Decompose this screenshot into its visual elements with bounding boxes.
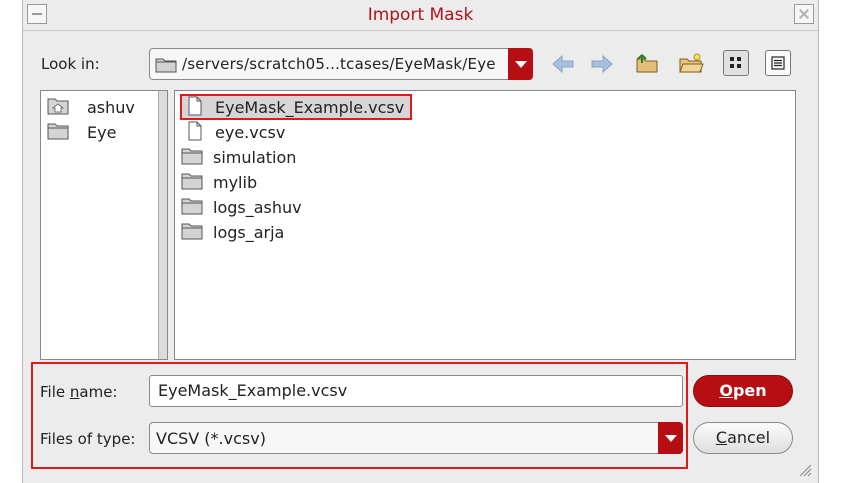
folder-icon	[181, 173, 203, 190]
file-type-label: Files of type:	[40, 430, 136, 448]
folder-item[interactable]: mylib	[181, 171, 411, 193]
file-name: EyeMask_Example.vcsv	[215, 98, 405, 117]
folder-icon	[181, 198, 203, 215]
folder-name: mylib	[213, 173, 258, 192]
list-view-icon[interactable]	[723, 50, 749, 76]
look-in-combo[interactable]: /servers/scratch05...tcases/EyeMask/Eye	[149, 48, 533, 80]
close-window-button[interactable]	[794, 4, 814, 24]
resize-grip-icon[interactable]	[798, 463, 812, 477]
look-in-path: /servers/scratch05...tcases/EyeMask/Eye	[182, 55, 496, 73]
sidebar-item-eye[interactable]: Eye	[47, 121, 157, 143]
look-in-label: Look in:	[41, 55, 100, 73]
file-name-input[interactable]: EyeMask_Example.vcsv	[149, 375, 683, 407]
file-list: EyeMask_Example.vcsv eye.vcsv simulation…	[174, 90, 796, 360]
title-bar: Import Mask	[23, 0, 818, 31]
folder-name: logs_arja	[213, 223, 285, 242]
label-part: File	[40, 383, 70, 401]
sidebar-places: ashuv Eye	[40, 90, 168, 360]
forward-arrow-icon[interactable]	[590, 54, 614, 74]
import-mask-dialog: Import Mask Look in: /servers/scratch05.…	[22, 0, 819, 483]
detail-view-icon[interactable]	[765, 50, 791, 76]
file-type-value: VCSV (*.vcsv)	[156, 429, 266, 448]
home-folder-icon	[47, 98, 69, 115]
button-label: pen	[732, 381, 767, 400]
mnemonic-underline: n	[69, 383, 80, 401]
folder-name: logs_ashuv	[213, 198, 302, 217]
label-part: ame:	[79, 383, 118, 401]
open-button[interactable]: Open	[693, 375, 793, 407]
button-label: ancel	[727, 428, 771, 447]
file-name: eye.vcsv	[215, 123, 286, 142]
grid-icon	[730, 57, 741, 68]
parent-folder-icon[interactable]	[634, 53, 660, 75]
folder-icon	[155, 58, 177, 73]
chevron-down-icon[interactable]	[508, 48, 533, 80]
folder-icon	[181, 148, 203, 165]
new-folder-icon[interactable]	[678, 53, 704, 75]
folder-name: simulation	[213, 148, 297, 167]
cancel-button[interactable]: Cancel	[693, 422, 793, 454]
window-title: Import Mask	[367, 5, 474, 25]
sidebar-scrollbar[interactable]	[158, 91, 167, 359]
chevron-down-icon[interactable]	[658, 422, 683, 454]
folder-icon	[181, 223, 203, 240]
folder-icon	[47, 123, 69, 140]
mnemonic-underline: C	[715, 428, 728, 447]
file-name-label: File name:	[40, 383, 117, 401]
back-arrow-icon[interactable]	[551, 54, 575, 74]
folder-item[interactable]: simulation	[181, 146, 411, 168]
file-item[interactable]: eye.vcsv	[183, 121, 413, 143]
folder-item[interactable]: logs_arja	[181, 221, 411, 243]
mnemonic-underline: O	[719, 381, 733, 400]
file-icon	[188, 121, 202, 141]
sidebar-item-label: ashuv	[87, 98, 135, 117]
sidebar-item-ashuv[interactable]: ashuv	[47, 96, 157, 118]
file-icon	[188, 96, 202, 116]
file-item-selected[interactable]: EyeMask_Example.vcsv	[180, 94, 413, 120]
file-type-select[interactable]: VCSV (*.vcsv)	[149, 422, 683, 454]
lines-icon	[771, 56, 785, 70]
sidebar-item-label: Eye	[87, 123, 117, 142]
folder-item[interactable]: logs_ashuv	[181, 196, 411, 218]
